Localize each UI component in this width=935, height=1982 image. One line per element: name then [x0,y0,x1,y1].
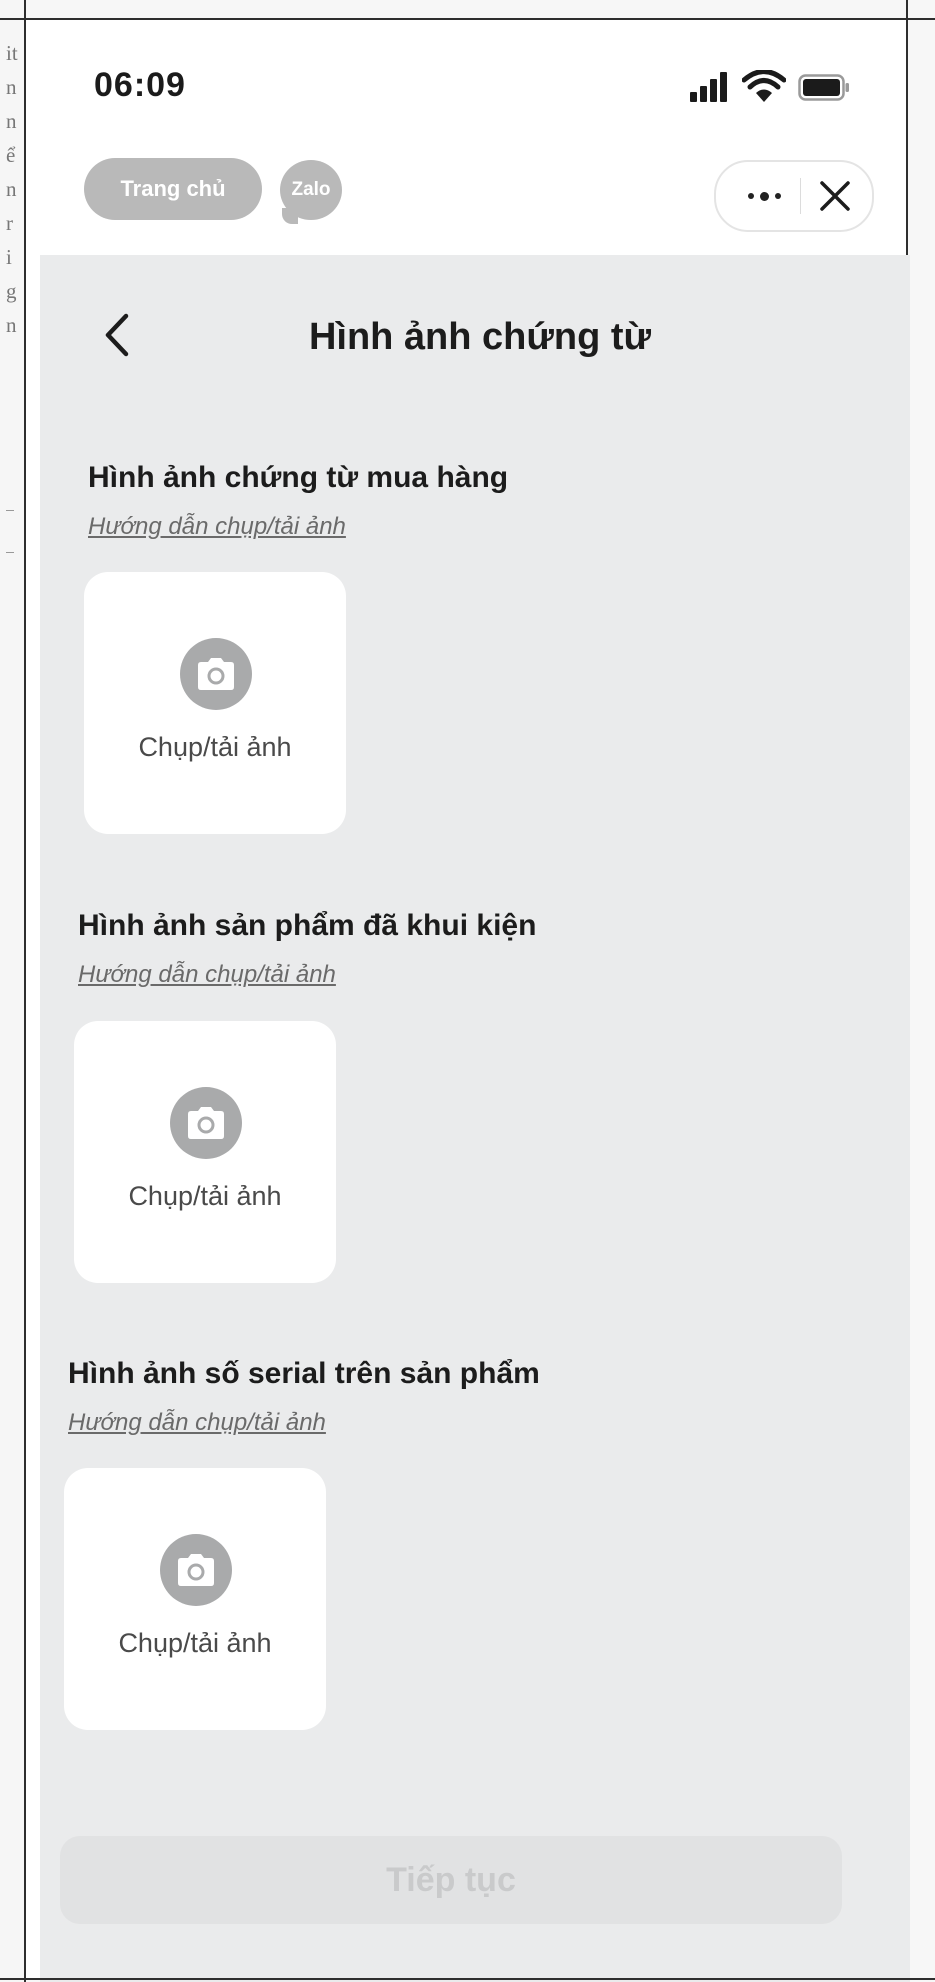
camera-icon [160,1534,232,1606]
status-icons [690,70,860,112]
page-title: Hình ảnh chứng từ [308,316,652,358]
camera-icon [180,638,252,710]
margin-letter: n [6,109,17,133]
cellular-signal-icon [690,72,730,102]
margin-letter: g [6,279,17,303]
home-pill-button[interactable]: Trang chủ [84,158,262,220]
margin-letter: it [6,41,18,65]
upload-card-unboxed-product[interactable]: Chụp/tải ảnh [74,1021,336,1283]
battery-icon [798,74,849,101]
section-title-purchase-documents: Hình ảnh chứng từ mua hàng [88,461,509,494]
section-title-serial-number: Hình ảnh số serial trên sản phẩm [68,1357,540,1390]
mini-app-capsule [714,160,874,232]
guide-link-serial-number[interactable]: Hướng dẫn chụp/tải ảnh [68,1409,326,1437]
upload-card-purchase-documents[interactable]: Chụp/tải ảnh [84,572,346,834]
guide-link-unboxed-product[interactable]: Hướng dẫn chụp/tải ảnh [78,961,336,989]
upload-label: Chụp/tải ảnh [128,1181,282,1211]
margin-dash [6,510,14,511]
margin-letter: n [6,313,17,337]
chevron-left-icon [105,313,129,357]
more-button[interactable] [732,172,796,220]
more-dots-icon [747,191,781,201]
capsule-divider [800,178,801,214]
camera-icon [170,1087,242,1159]
back-button[interactable] [98,310,138,360]
upload-label: Chụp/tải ảnh [138,732,292,762]
upload-card-serial-number[interactable]: Chụp/tải ảnh [64,1468,326,1730]
frame-bottom-border [0,1978,935,1980]
status-time: 06:09 [94,66,186,104]
guide-link-purchase-documents[interactable]: Hướng dẫn chụp/tải ảnh [88,513,346,541]
continue-button[interactable]: Tiếp tục [60,1836,842,1924]
margin-dash [6,552,14,553]
margin-text: it n n ể n r i g n [6,36,26,342]
margin-letter: i [6,245,12,269]
close-icon [820,181,850,211]
section-title-unboxed-product: Hình ảnh sản phẩm đã khui kiện [78,909,537,942]
upload-label: Chụp/tải ảnh [118,1628,272,1658]
margin-letter: ể [6,143,16,167]
margin-letter: n [6,75,17,99]
close-button[interactable] [808,170,862,222]
page-margin: it n n ể n r i g n [0,0,26,1982]
margin-letter: r [6,211,13,235]
zalo-logo-badge: Zalo [280,160,342,220]
margin-letter: n [6,177,17,201]
wifi-icon [742,70,786,102]
